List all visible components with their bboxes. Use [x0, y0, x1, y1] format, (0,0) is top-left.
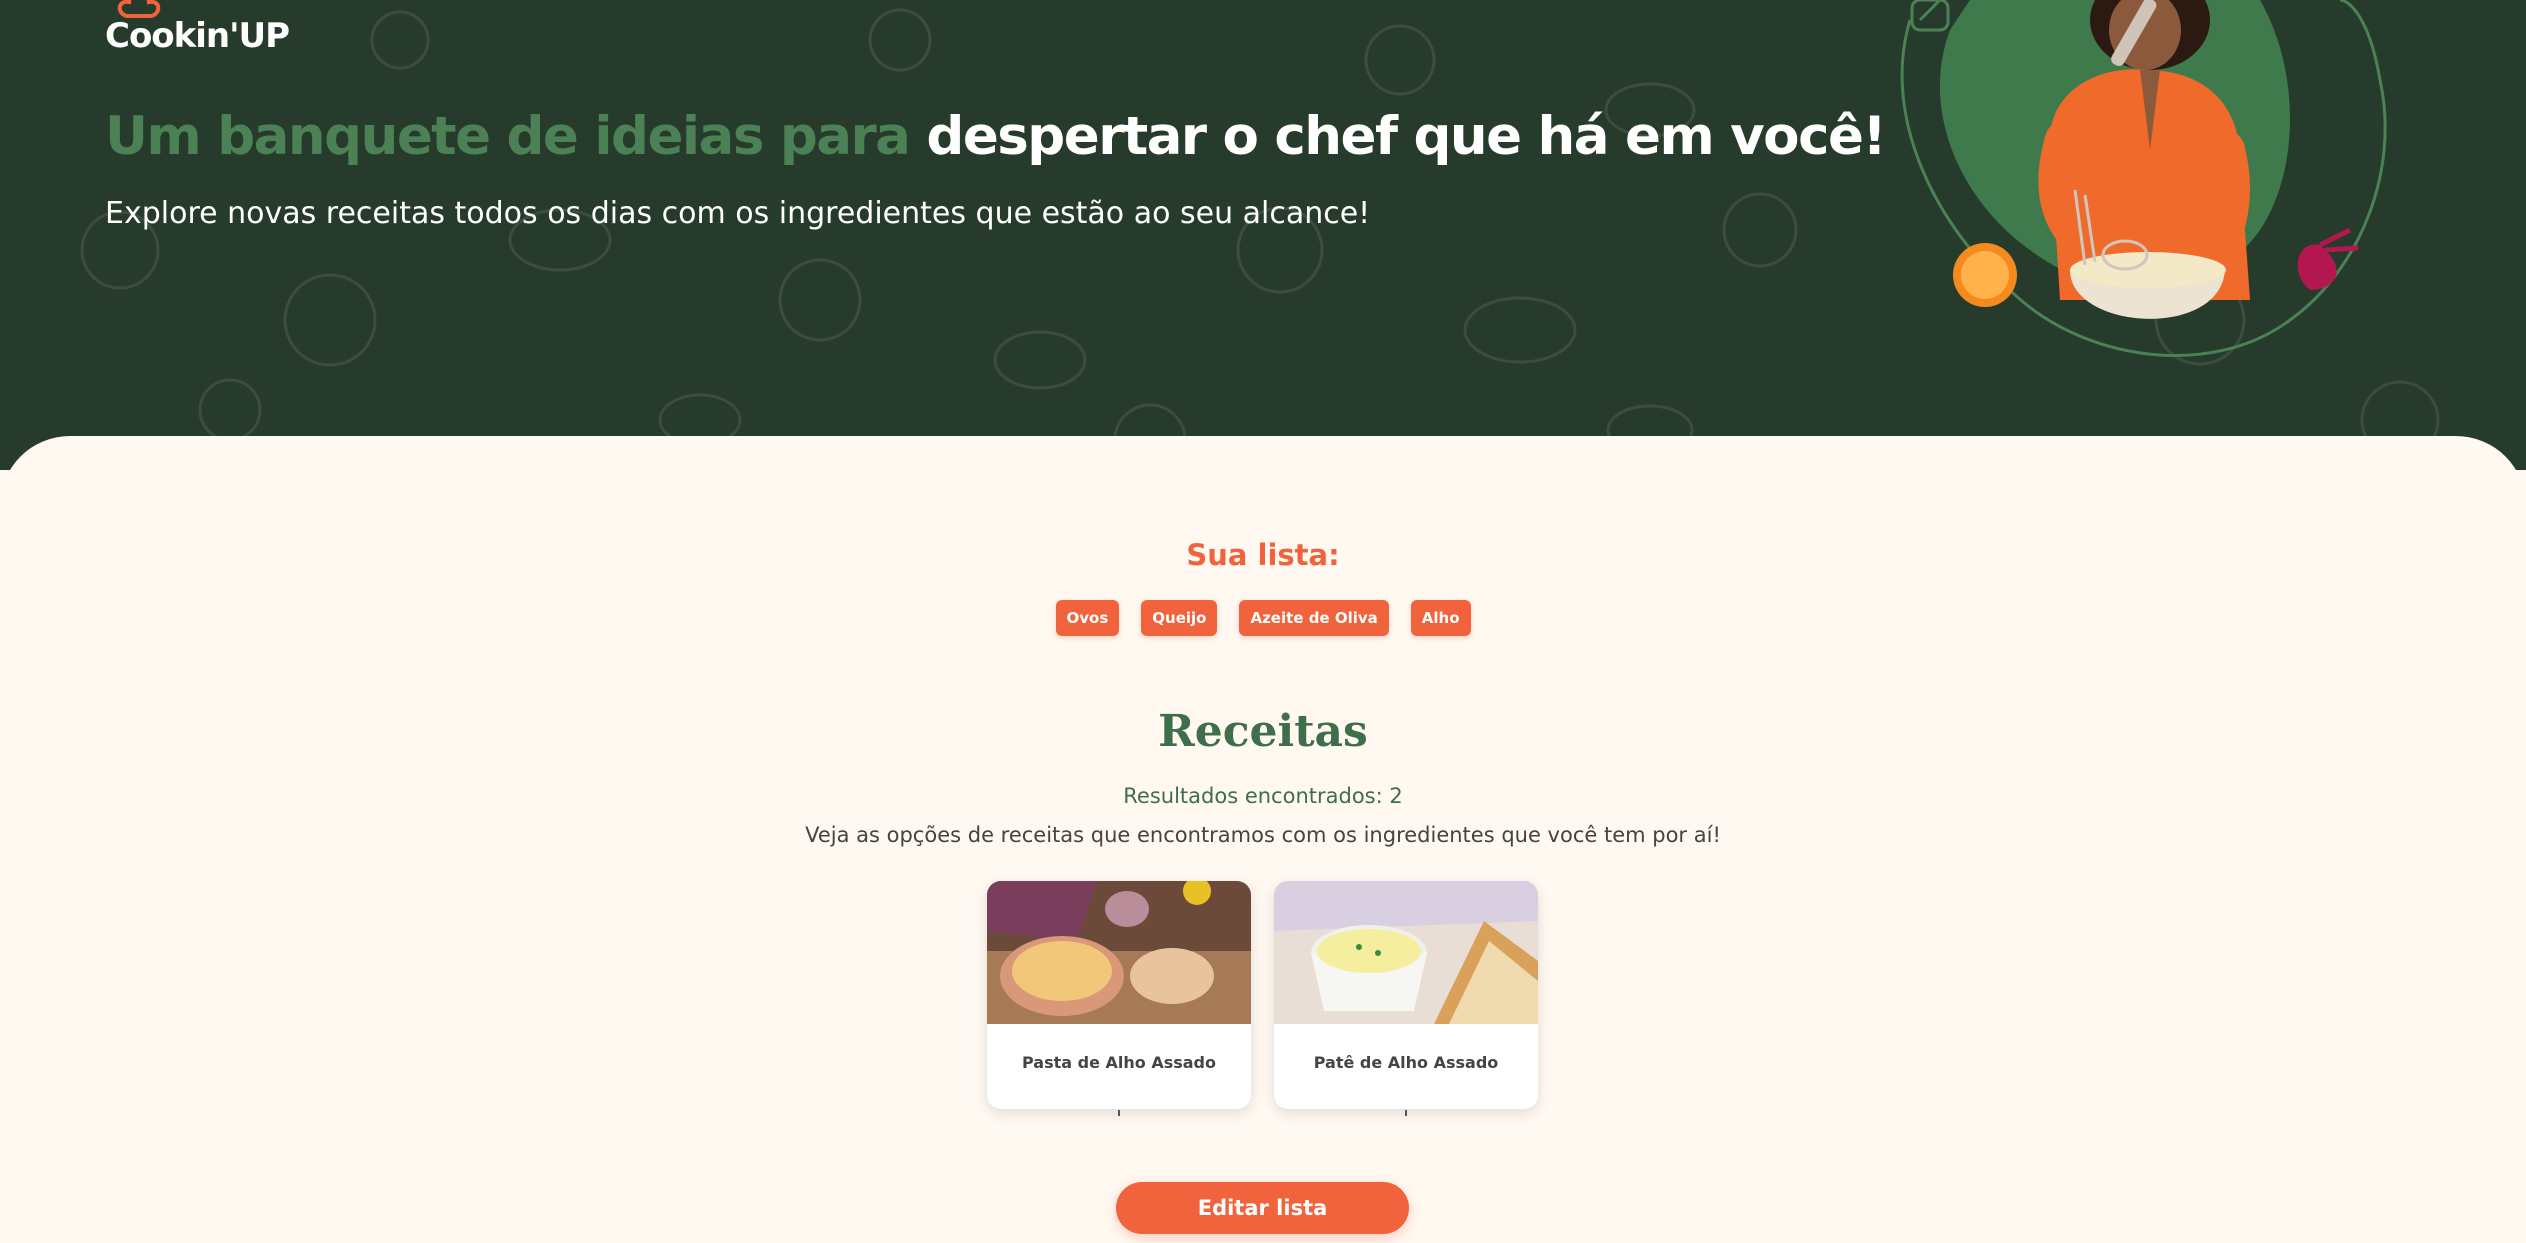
- hero-headline: Um banquete de ideias para despertar o c…: [105, 102, 1887, 172]
- results-description: Veja as opções de receitas que encontram…: [805, 823, 1721, 847]
- headline-white-part: despertar o chef que há em você!: [926, 106, 1886, 167]
- recipe-card-title: Pasta de Alho Assado: [1022, 1053, 1216, 1072]
- recipe-card-title: Patê de Alho Assado: [1313, 1053, 1499, 1072]
- hero-banner: Cookin'UP Um banquete de ideias para des…: [0, 0, 2526, 470]
- hero-subheadline: Explore novas receitas todos os dias com…: [105, 196, 1371, 231]
- card-tick-mark: [1405, 1110, 1407, 1116]
- ingredient-tag[interactable]: Ovos: [1055, 600, 1120, 636]
- card-tick-mark: [1118, 1110, 1120, 1116]
- recipes-title: Receitas: [1158, 706, 1368, 757]
- ingredient-tag[interactable]: Alho: [1410, 600, 1471, 636]
- chef-woman-illustration: [1900, 0, 2387, 357]
- ingredient-tags: Ovos Queijo Azeite de Oliva Alho: [0, 600, 2526, 636]
- headline-green-part: Um banquete de ideias para: [105, 106, 927, 167]
- recipe-card[interactable]: Patê de Alho Assado: [1274, 881, 1538, 1109]
- recipe-card[interactable]: Pasta de Alho Assado: [987, 881, 1251, 1109]
- recipe-cards: Pasta de Alho Assado Patê de Alho Assado: [987, 881, 1538, 1109]
- garlic-paste-photo: [987, 881, 1251, 1024]
- results-count: Resultados encontrados: 2: [1123, 784, 1403, 808]
- ingredient-tag[interactable]: Queijo: [1141, 600, 1218, 636]
- ingredient-tag[interactable]: Azeite de Oliva: [1239, 600, 1389, 636]
- edit-list-button[interactable]: Editar lista: [1116, 1182, 1409, 1234]
- logo[interactable]: Cookin'UP: [105, 0, 290, 64]
- garlic-pate-photo: [1274, 881, 1538, 1024]
- logo-text: Cookin'UP: [105, 16, 290, 56]
- list-title: Sua lista:: [1186, 538, 1340, 572]
